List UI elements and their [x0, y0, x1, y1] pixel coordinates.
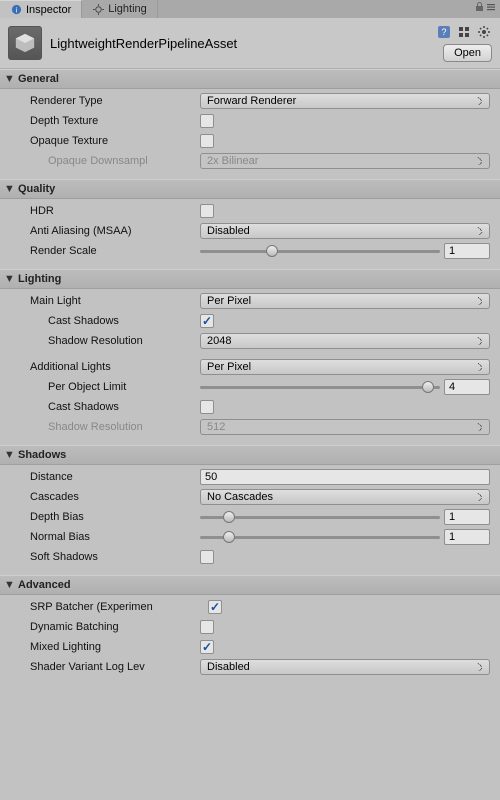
section-shadows-header[interactable]: ▼ Shadows — [0, 445, 500, 465]
depth-texture-checkbox[interactable] — [200, 114, 214, 128]
section-advanced-header[interactable]: ▼ Advanced — [0, 575, 500, 595]
shadow-resolution-label: Shadow Resolution — [0, 335, 200, 347]
gear-icon[interactable] — [476, 24, 492, 40]
tab-label: Inspector — [26, 4, 71, 16]
preset-icon[interactable] — [456, 24, 472, 40]
cascades-label: Cascades — [0, 491, 200, 503]
tab-label: Lighting — [108, 3, 147, 15]
shader-variant-log-label: Shader Variant Log Lev — [0, 661, 200, 673]
foldout-icon: ▼ — [4, 579, 14, 591]
cascades-dropdown[interactable]: No Cascades — [200, 489, 490, 505]
srp-batcher-checkbox[interactable] — [208, 600, 222, 614]
opaque-texture-label: Opaque Texture — [0, 135, 200, 147]
mixed-lighting-checkbox[interactable] — [200, 640, 214, 654]
per-object-limit-field[interactable]: 4 — [444, 379, 490, 395]
additional-shadow-res-dropdown: 512 — [200, 419, 490, 435]
normal-bias-label: Normal Bias — [0, 531, 200, 543]
open-button[interactable]: Open — [443, 44, 492, 62]
soft-shadows-label: Soft Shadows — [0, 551, 200, 563]
foldout-icon: ▼ — [4, 273, 14, 285]
svg-text:?: ? — [441, 27, 446, 37]
additional-cast-shadows-checkbox[interactable] — [200, 400, 214, 414]
tab-lighting[interactable]: Lighting — [82, 0, 158, 18]
section-title: General — [18, 73, 59, 85]
render-scale-slider[interactable] — [200, 244, 440, 258]
dynamic-batching-checkbox[interactable] — [200, 620, 214, 634]
foldout-icon: ▼ — [4, 449, 14, 461]
asset-header: LightweightRenderPipelineAsset ? Open — [0, 18, 500, 69]
foldout-icon: ▼ — [4, 183, 14, 195]
hdr-checkbox[interactable] — [200, 204, 214, 218]
tab-inspector[interactable]: i Inspector — [0, 0, 82, 18]
section-title: Shadows — [18, 449, 66, 461]
opaque-downsample-label: Opaque Downsampl — [0, 155, 200, 167]
sun-icon — [92, 3, 104, 15]
additional-cast-shadows-label: Cast Shadows — [0, 401, 200, 413]
shader-variant-log-dropdown[interactable]: Disabled — [200, 659, 490, 675]
mixed-lighting-label: Mixed Lighting — [0, 641, 200, 653]
additional-lights-dropdown[interactable]: Per Pixel — [200, 359, 490, 375]
cast-shadows-label: Cast Shadows — [0, 315, 200, 327]
cast-shadows-checkbox[interactable] — [200, 314, 214, 328]
tab-bar: i Inspector Lighting — [0, 0, 500, 18]
section-general: Renderer Type Forward Renderer Depth Tex… — [0, 89, 500, 179]
render-scale-field[interactable]: 1 — [444, 243, 490, 259]
section-advanced: SRP Batcher (Experimen Dynamic Batching … — [0, 595, 500, 685]
section-shadows: Distance 50 Cascades No Cascades Depth B… — [0, 465, 500, 575]
depth-texture-label: Depth Texture — [0, 115, 200, 127]
section-title: Quality — [18, 183, 55, 195]
asset-icon — [8, 26, 42, 60]
additional-lights-label: Additional Lights — [0, 361, 200, 373]
depth-bias-slider[interactable] — [200, 510, 440, 524]
anti-aliasing-dropdown[interactable]: Disabled — [200, 223, 490, 239]
opaque-downsample-dropdown: 2x Bilinear — [200, 153, 490, 169]
section-general-header[interactable]: ▼ General — [0, 69, 500, 89]
section-quality-header[interactable]: ▼ Quality — [0, 179, 500, 199]
section-lighting-header[interactable]: ▼ Lighting — [0, 269, 500, 289]
depth-bias-label: Depth Bias — [0, 511, 200, 523]
main-light-label: Main Light — [0, 295, 200, 307]
asset-title: LightweightRenderPipelineAsset — [50, 36, 428, 51]
per-object-limit-label: Per Object Limit — [0, 381, 200, 393]
render-scale-label: Render Scale — [0, 245, 200, 257]
hdr-label: HDR — [0, 205, 200, 217]
normal-bias-slider[interactable] — [200, 530, 440, 544]
menu-icon — [486, 2, 496, 12]
panel-lock[interactable] — [475, 2, 496, 12]
renderer-type-dropdown[interactable]: Forward Renderer — [200, 93, 490, 109]
section-title: Advanced — [18, 579, 71, 591]
distance-label: Distance — [0, 471, 200, 483]
section-title: Lighting — [18, 273, 61, 285]
shadow-resolution-dropdown[interactable]: 2048 — [200, 333, 490, 349]
depth-bias-field[interactable]: 1 — [444, 509, 490, 525]
soft-shadows-checkbox[interactable] — [200, 550, 214, 564]
foldout-icon: ▼ — [4, 73, 14, 85]
srp-batcher-label: SRP Batcher (Experimen — [0, 601, 208, 613]
dynamic-batching-label: Dynamic Batching — [0, 621, 200, 633]
main-light-dropdown[interactable]: Per Pixel — [200, 293, 490, 309]
help-icon[interactable]: ? — [436, 24, 452, 40]
additional-shadow-res-label: Shadow Resolution — [0, 421, 200, 433]
section-lighting: Main Light Per Pixel Cast Shadows Shadow… — [0, 289, 500, 445]
renderer-type-label: Renderer Type — [0, 95, 200, 107]
per-object-limit-slider[interactable] — [200, 380, 440, 394]
normal-bias-field[interactable]: 1 — [444, 529, 490, 545]
anti-aliasing-label: Anti Aliasing (MSAA) — [0, 225, 200, 237]
distance-field[interactable]: 50 — [200, 469, 490, 485]
section-quality: HDR Anti Aliasing (MSAA) Disabled Render… — [0, 199, 500, 269]
opaque-texture-checkbox[interactable] — [200, 134, 214, 148]
info-icon: i — [10, 4, 22, 16]
